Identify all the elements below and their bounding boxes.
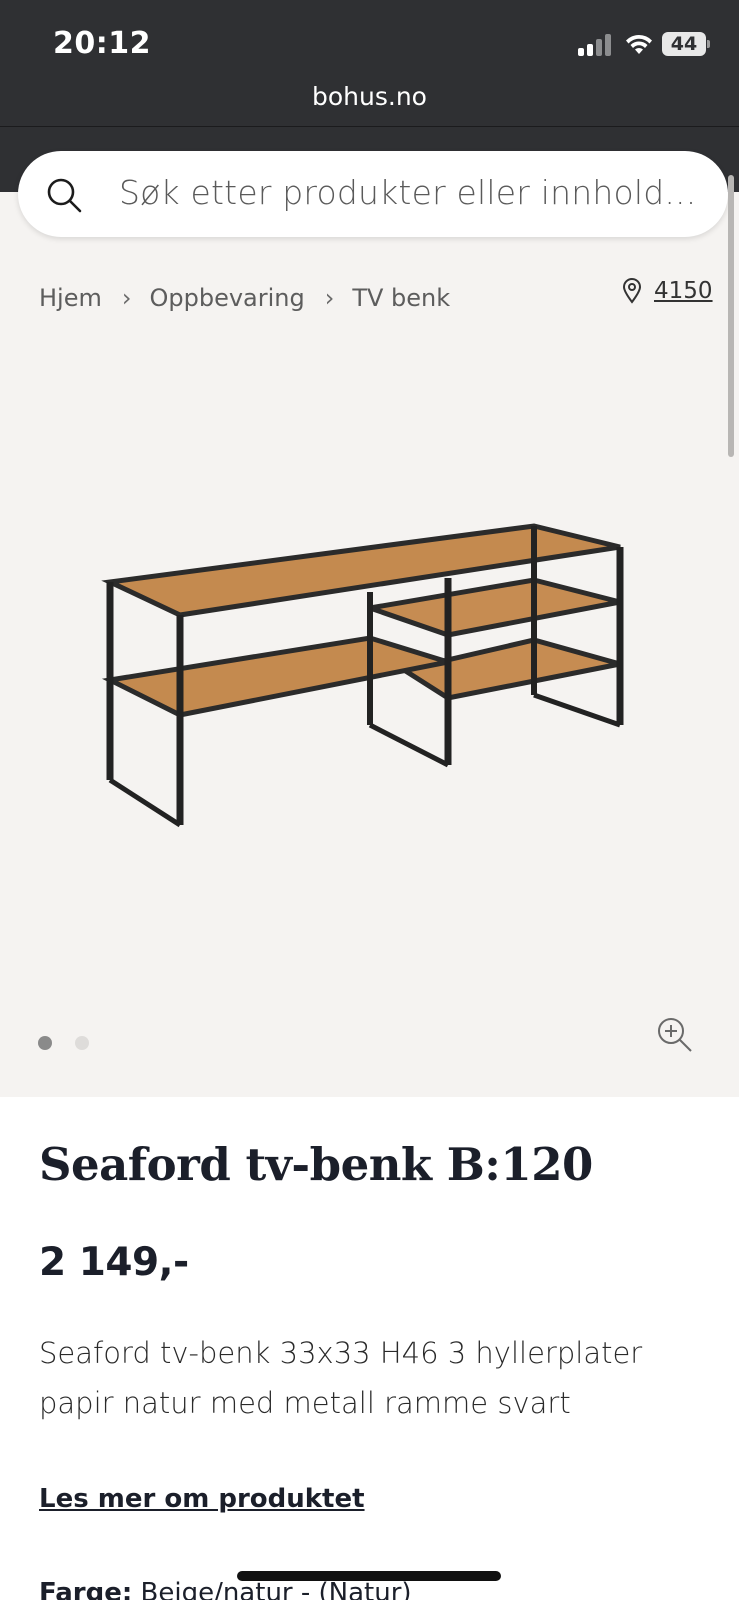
gallery-pagination — [38, 1036, 112, 1050]
battery-icon: 44 — [662, 32, 706, 56]
location-pin-icon — [622, 278, 642, 304]
search-bar[interactable]: Søk etter produkter eller innhold... — [18, 151, 728, 237]
color-label: Farge: — [39, 1578, 133, 1600]
product-color: Farge: Beige/natur - (Natur) — [39, 1578, 412, 1600]
gallery-dot-1[interactable] — [38, 1036, 52, 1050]
search-icon — [47, 178, 82, 213]
product-title: Seaford tv-benk B:120 — [39, 1138, 593, 1191]
battery-cap — [707, 40, 710, 48]
home-indicator[interactable] — [237, 1571, 501, 1581]
chevron-right-icon: › — [121, 284, 132, 312]
breadcrumb: Hjem › Oppbevaring › TV benk — [39, 280, 450, 316]
address-bar-url[interactable]: bohus.no — [0, 82, 739, 111]
read-more-link[interactable]: Les mer om produktet — [39, 1484, 365, 1514]
breadcrumb-item-tv-bench[interactable]: TV benk — [352, 284, 450, 312]
cellular-signal-icon — [578, 34, 614, 56]
store-location[interactable]: 4150 — [622, 278, 713, 304]
scrollbar[interactable] — [728, 175, 734, 457]
wifi-icon — [626, 34, 652, 54]
breadcrumb-item-storage[interactable]: Oppbevaring — [149, 284, 304, 312]
status-bar: 20:12 44 bohus.no — [0, 0, 739, 126]
status-time: 20:12 — [53, 26, 151, 61]
chevron-right-icon: › — [324, 284, 335, 312]
gallery-dot-2[interactable] — [75, 1036, 89, 1050]
product-price: 2 149,- — [39, 1240, 189, 1285]
postcode-link[interactable]: 4150 — [654, 278, 713, 304]
breadcrumb-item-home[interactable]: Hjem — [39, 284, 102, 312]
product-description: Seaford tv-benk 33x33 H46 3 hyllerplater… — [39, 1336, 643, 1420]
color-value: Beige/natur - (Natur) — [140, 1578, 412, 1600]
product-image[interactable] — [100, 520, 640, 850]
search-input[interactable]: Søk etter produkter eller innhold... — [119, 173, 696, 212]
zoom-in-icon[interactable] — [655, 1015, 695, 1055]
